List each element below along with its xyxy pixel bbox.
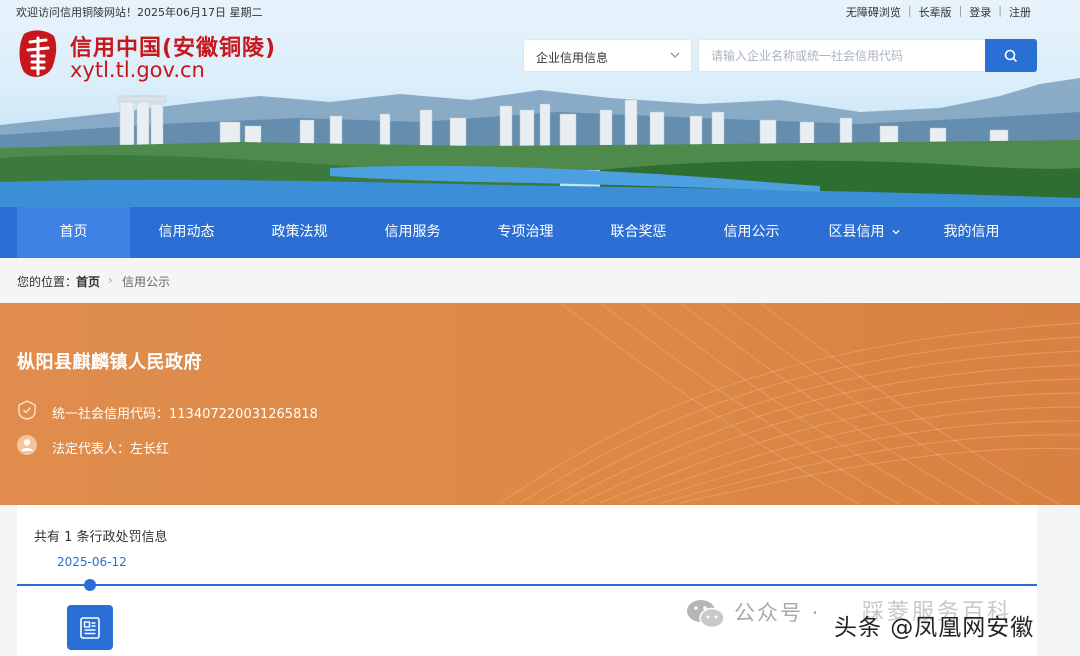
timeline-date: 2025-06-12 [57,555,127,569]
chevron-down-icon [892,230,899,235]
nav-item-policy[interactable]: 政策法规 [243,207,356,258]
watermark: 公众号 · 踩菱服务百科 头条 @凤凰网安徽 [684,590,1074,646]
breadcrumb: 您的位置： 首页 › 信用公示 [0,258,1080,303]
breadcrumb-current: 信用公示 [122,275,171,289]
login-link[interactable]: 登录 [962,4,998,20]
watermark-main-text: 头条 @凤凰网安徽 [834,615,1035,641]
nav-item-county-credit-label: 区县信用 [828,224,885,240]
org-name: 枞阳县麒麟镇人民政府 [17,352,202,373]
credit-code-value: 11340722003126581​8 [169,407,318,422]
wechat-icon [687,600,725,629]
nav-item-credit-service[interactable]: 信用服务 [356,207,469,258]
nav-item-home[interactable]: 首页 [17,207,130,258]
header-banner: 欢迎访问信用铜陵网站！2025年06月17日 星期二 无障碍浏览 | 长辈版 |… [0,0,1080,207]
nav-item-county-credit[interactable]: 区县信用 [808,207,921,258]
top-links: 无障碍浏览 | 长辈版 | 登录 | 注册 [839,4,1038,20]
credit-code-icon [18,400,36,420]
breadcrumb-home[interactable]: 首页 [76,273,100,290]
site-domain: xytl.tl.gov.cn [70,58,205,82]
site-logo[interactable]: 信用中国(安徽铜陵) xytl.tl.gov.cn [16,28,316,84]
record-count-text: 共有 1 条行政处罚信息 [34,530,168,545]
chevron-down-icon [670,52,680,58]
nav-item-special-governance[interactable]: 专项治理 [469,207,582,258]
nav-item-joint-rewards[interactable]: 联合奖惩 [582,207,695,258]
search-category-value: 企业信用信息 [536,51,609,65]
nav-item-credit-publicity[interactable]: 信用公示 [695,207,808,258]
legal-rep-text: 法定代表人：左长红 [52,438,169,457]
legal-rep-label: 法定代表人： [52,442,131,457]
breadcrumb-prefix: 您的位置： [17,275,78,289]
document-icon [80,617,100,639]
legal-rep-value: 左长红 [130,442,170,457]
elder-version-link[interactable]: 长辈版 [912,4,959,20]
search-button[interactable] [985,39,1037,72]
search-icon [1004,49,1018,63]
search-category-select[interactable]: 企业信用信息 [523,39,692,72]
credit-code-label: 统一社会信用代码： [52,407,170,422]
welcome-text: 欢迎访问信用铜陵网站！2025年06月17日 星期二 [16,6,263,19]
register-link[interactable]: 注册 [1002,4,1038,20]
credit-code-text: 统一社会信用代码：11340722003126581​8 [52,403,318,422]
person-icon [17,435,37,455]
top-bar: 欢迎访问信用铜陵网站！2025年06月17日 星期二 无障碍浏览 | 长辈版 |… [0,0,1080,22]
watermark-gzh: 公众号 · [734,601,821,625]
accessibility-link[interactable]: 无障碍浏览 [839,4,908,20]
nav-item-my-credit[interactable]: 我的信用 [915,207,1028,258]
timeline-dot[interactable] [84,579,96,591]
main-nav: 首页 信用动态 政策法规 信用服务 专项治理 联合奖惩 信用公示 区县信用 我的… [0,207,1080,258]
timeline-line [17,584,1037,586]
penalty-record-button[interactable] [67,605,113,650]
xin-seal-logo-icon [19,30,57,77]
search-area: 企业信用信息 [523,39,1037,72]
org-hero: 枞阳县麒麟镇人民政府 统一社会信用代码：11340722003126581​8 … [0,303,1080,505]
nav-item-credit-news[interactable]: 信用动态 [130,207,243,258]
breadcrumb-separator: › [108,273,113,287]
search-input[interactable] [698,39,985,72]
